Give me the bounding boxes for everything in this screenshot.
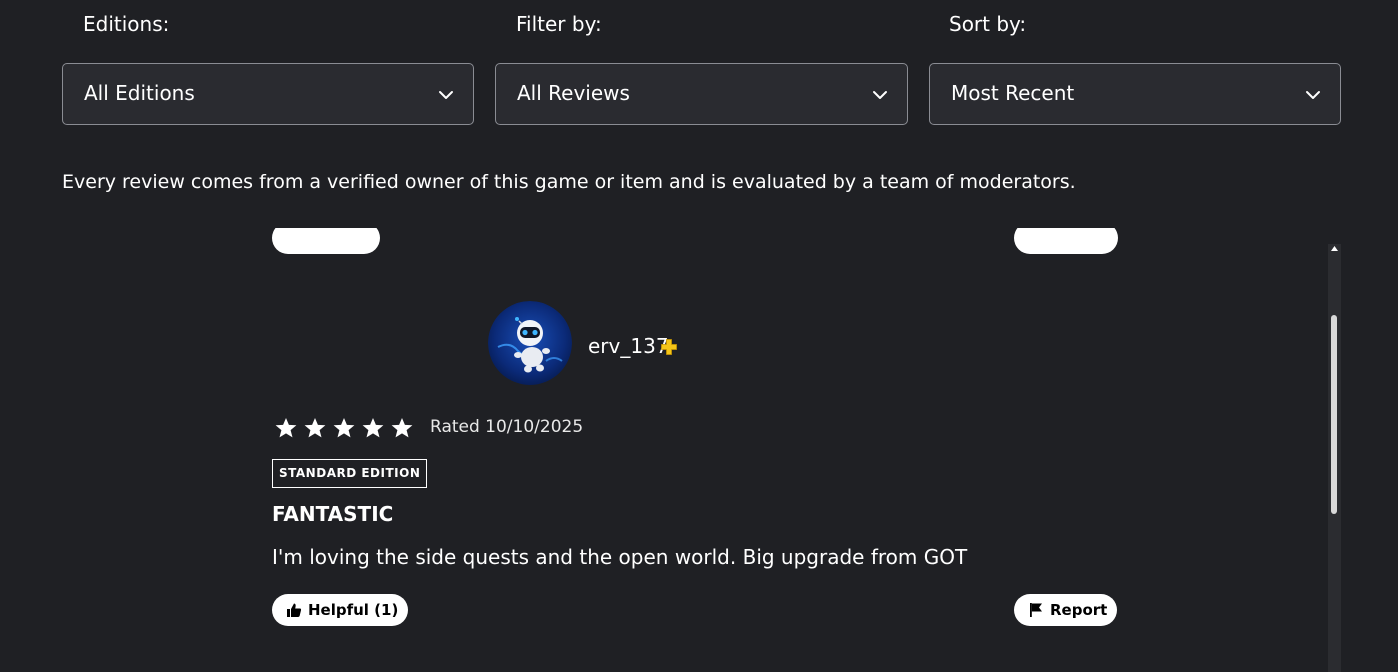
previous-helpful-button[interactable] — [272, 228, 380, 254]
scrollbar-thumb[interactable] — [1331, 315, 1337, 514]
helpful-button[interactable]: Helpful (1) — [272, 594, 409, 626]
helpful-button-label: Helpful (1) — [308, 601, 399, 619]
star-rating — [274, 416, 414, 440]
filter-by-dropdown-value: All Reviews — [517, 81, 630, 105]
editions-dropdown[interactable]: All Editions — [62, 63, 474, 125]
moderation-notice: Every review comes from a verified owner… — [62, 171, 1076, 193]
previous-report-button[interactable] — [1014, 228, 1118, 254]
thumbs-up-icon — [287, 603, 302, 617]
chevron-down-icon — [1306, 91, 1320, 99]
playstation-plus-icon — [661, 339, 677, 355]
star-icon — [391, 418, 413, 438]
sort-by-dropdown[interactable]: Most Recent — [929, 63, 1341, 125]
rated-date: Rated 10/10/2025 — [430, 417, 584, 437]
avatar — [488, 301, 572, 385]
scroll-up-arrow-icon[interactable] — [1330, 245, 1339, 253]
report-button-label: Report — [1050, 601, 1108, 619]
filter-by-dropdown[interactable]: All Reviews — [495, 63, 908, 125]
chevron-down-icon — [439, 91, 453, 99]
star-icon — [362, 418, 384, 438]
chevron-down-icon — [873, 91, 887, 99]
star-icon — [275, 418, 297, 438]
reviewer-username[interactable]: erv_137 — [588, 334, 669, 358]
sort-by-label: Sort by: — [949, 12, 1027, 36]
editions-label: Editions: — [83, 12, 170, 36]
review-body: I'm loving the side quests and the open … — [272, 545, 968, 569]
edition-badge: STANDARD EDITION — [272, 459, 428, 488]
flag-icon — [1030, 603, 1042, 617]
sort-by-dropdown-value: Most Recent — [951, 81, 1075, 105]
star-icon — [304, 418, 326, 438]
editions-dropdown-value: All Editions — [84, 81, 195, 105]
star-icon — [333, 418, 355, 438]
report-button[interactable]: Report — [1014, 594, 1118, 626]
reviews-list[interactable]: erv_137 Rated 10/10/2025 STANDARD EDITIO… — [62, 228, 1342, 672]
review-title: FANTASTIC — [272, 502, 394, 526]
filter-by-label: Filter by: — [516, 12, 602, 36]
